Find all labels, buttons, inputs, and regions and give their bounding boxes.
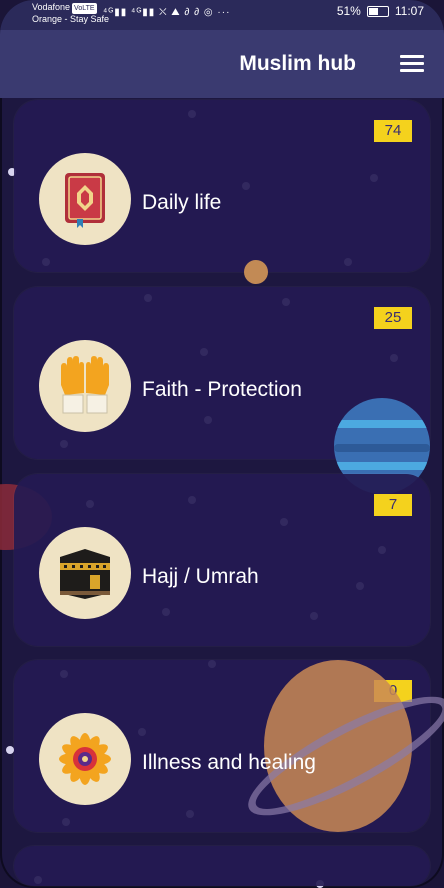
app-screen: Daily life 74 Faith - Protection 25 Hajj… [0,0,444,888]
volte-badge: VoLTE [72,3,97,14]
battery-percent: 51% [336,4,361,18]
status-bar: Vodafone VoLTE Orange - Stay Safe ⁴ᴳ▮▮ ⁴ᴳ… [0,0,444,30]
category-icon-circle [39,527,131,619]
app-bar: Muslim hub [0,30,444,98]
star-decoration [6,746,14,754]
category-label: Faith - Protection [142,378,302,401]
notification-icons: ⁴ᴳ▮▮ ⁴ᴳ▮▮ ⛌ ⛰ ∂ ∂ ◎ ··· [103,7,231,18]
category-card-hajj-umrah[interactable]: Hajj / Umrah 7 [14,474,430,646]
carrier-name: Vodafone [32,2,71,12]
battery-icon [366,6,389,17]
clock: 11:07 [394,4,424,18]
category-card-next[interactable] [14,846,430,886]
category-label: Hajj / Umrah [142,565,259,588]
kaaba-icon [60,549,110,599]
carrier-secondary: Orange - Stay Safe [32,14,110,24]
rosette-icon [59,733,111,785]
category-card-daily-life[interactable]: Daily life 74 [14,100,430,272]
status-right: 51% 11:07 [336,4,424,18]
small-planet-decoration [244,260,268,284]
category-icon-circle [39,153,131,245]
praying-hands-icon [61,356,109,414]
count-badge: 74 [374,120,412,142]
category-label: Daily life [142,191,222,214]
category-label: Illness and healing [142,751,316,774]
category-icon-circle [39,340,131,432]
hamburger-menu-icon[interactable] [400,55,424,73]
count-badge: 25 [374,307,412,329]
carrier-info: Vodafone VoLTE Orange - Stay Safe [32,2,109,25]
category-icon-circle [39,713,131,805]
count-badge: 7 [374,494,412,516]
quran-book-icon [65,173,105,228]
app-title: Muslim hub [239,52,356,75]
